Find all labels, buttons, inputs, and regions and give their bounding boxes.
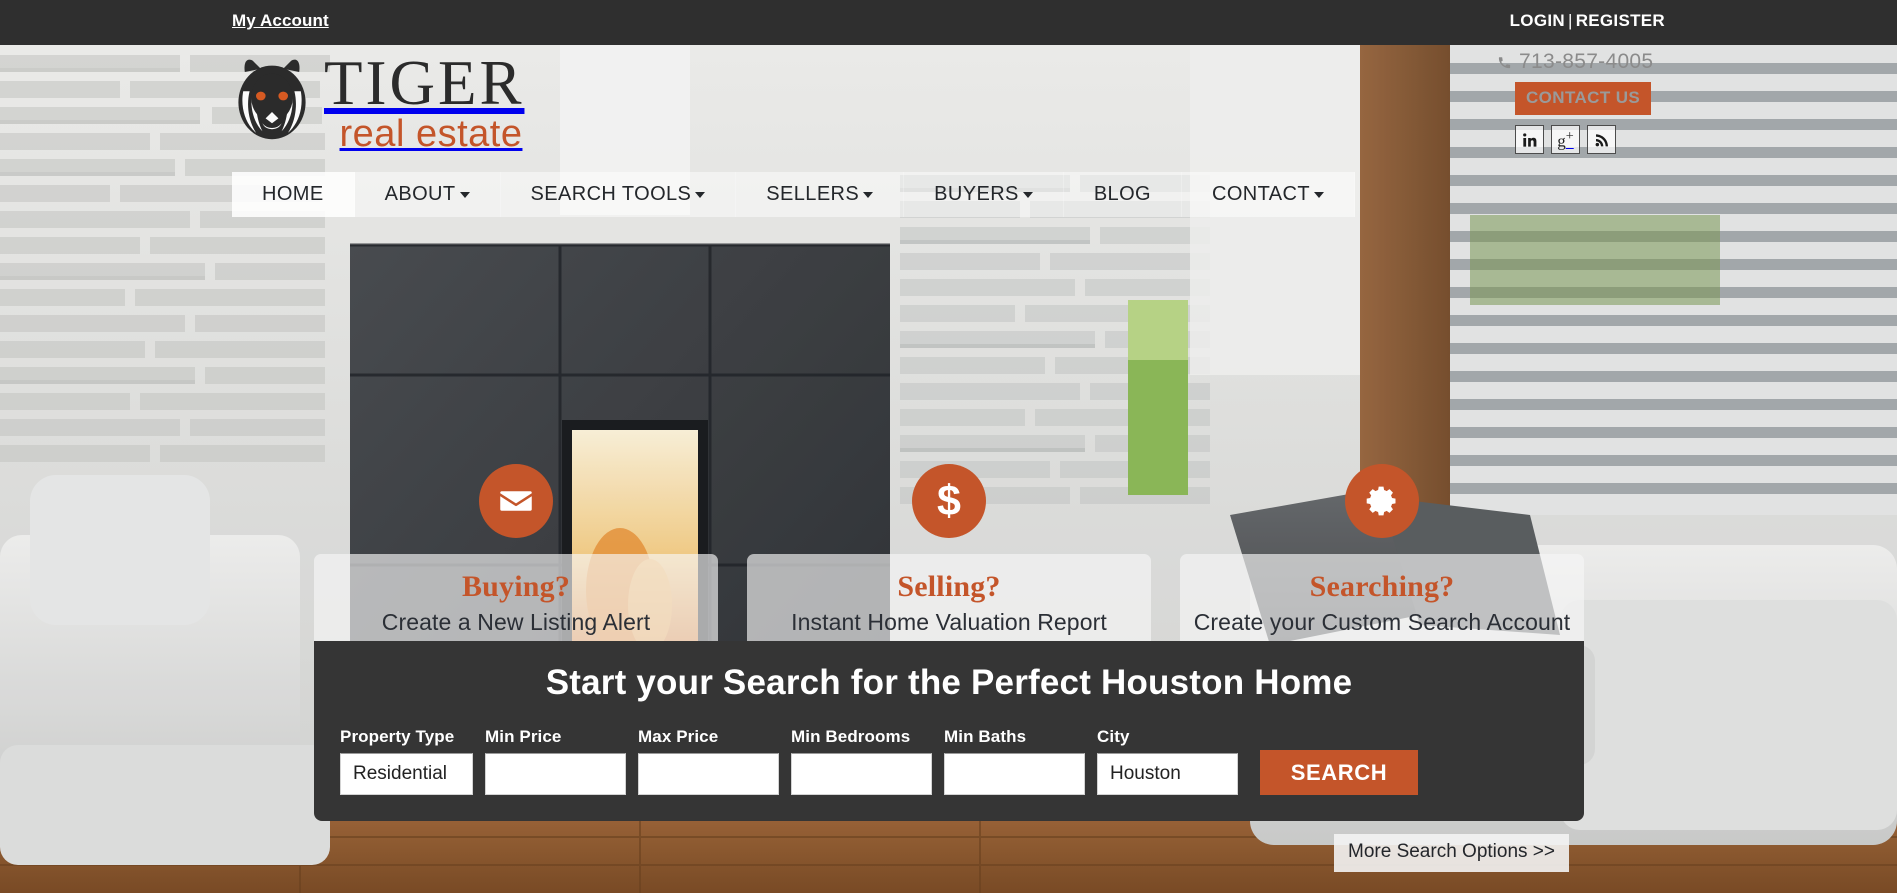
nav-item-sellers[interactable]: SELLERS (736, 172, 905, 217)
nav-label: SELLERS (766, 183, 860, 205)
promo-card-body[interactable]: Selling? Instant Home Valuation Report (747, 554, 1151, 652)
contact-us-button[interactable]: CONTACT US (1515, 82, 1652, 115)
linkedin-link[interactable] (1515, 125, 1544, 154)
dollar-icon-button[interactable]: $ (912, 464, 986, 538)
google-plus-link[interactable]: g+ (1551, 125, 1580, 154)
search-button[interactable]: SEARCH (1260, 750, 1418, 795)
nav-item-search-tools[interactable]: SEARCH TOOLS (500, 172, 737, 217)
min-bedrooms-input[interactable] (791, 753, 932, 795)
nav-label: CONTACT (1212, 183, 1310, 205)
more-search-options-button[interactable]: More Search Options >> (1334, 834, 1569, 872)
field-min-price: Min Price (485, 727, 626, 795)
main-navigation: HOME ABOUT SEARCH TOOLS SELLERS BUYERS B… (232, 172, 1355, 217)
nav-label: BLOG (1093, 183, 1151, 205)
promo-card-selling: $ Selling? Instant Home Valuation Report (747, 464, 1151, 652)
logo-title: TIGER (324, 48, 525, 118)
property-search-form: Property Type Residential Min Price Max … (314, 727, 1584, 795)
promo-subtitle: Create your Custom Search Account (1193, 609, 1571, 635)
gear-icon (1366, 486, 1396, 516)
city-input[interactable]: Houston (1097, 753, 1238, 795)
envelope-icon-button[interactable] (479, 464, 553, 538)
promo-subtitle: Instant Home Valuation Report (791, 609, 1107, 635)
dollar-icon: $ (937, 476, 961, 525)
promo-card-buying: Buying? Create a New Listing Alert (314, 464, 718, 652)
field-city: City Houston (1097, 727, 1238, 795)
property-type-select[interactable]: Residential (340, 753, 473, 795)
field-max-price: Max Price (638, 727, 779, 795)
field-label: Min Price (485, 727, 562, 746)
search-panel-title: Start your Search for the Perfect Housto… (545, 663, 1353, 702)
nav-item-home[interactable]: HOME (232, 172, 355, 217)
field-min-bedrooms: Min Bedrooms (791, 727, 932, 795)
chevron-down-icon (695, 191, 706, 198)
nav-label: ABOUT (384, 183, 456, 205)
field-label: Property Type (340, 727, 455, 746)
phone-number[interactable]: 713-857-4005 (1497, 50, 1665, 74)
promo-card-group: Buying? Create a New Listing Alert $ Sel… (314, 464, 1584, 652)
nav-label: HOME (262, 183, 324, 205)
promo-heading: Buying? (461, 570, 571, 603)
chevron-down-icon (1022, 191, 1033, 198)
nav-item-contact[interactable]: CONTACT (1182, 172, 1355, 217)
field-label: Min Bedrooms (791, 727, 911, 746)
nav-label: SEARCH TOOLS (530, 183, 692, 205)
auth-links: LOGIN | REGISTER (1510, 11, 1665, 31)
logo-tagline: real estate (339, 113, 523, 155)
promo-heading: Searching? (1309, 570, 1455, 603)
linkedin-icon (1522, 132, 1536, 147)
chevron-down-icon (459, 191, 470, 198)
promo-card-body[interactable]: Buying? Create a New Listing Alert (314, 554, 718, 652)
my-account-link[interactable]: My Account (232, 11, 329, 31)
promo-card-body[interactable]: Searching? Create your Custom Search Acc… (1180, 554, 1584, 652)
auth-separator: | (1567, 11, 1573, 30)
logo-wordmark: TIGER real estate (324, 48, 525, 155)
site-logo[interactable]: TIGER real estate (232, 52, 524, 154)
tiger-head-icon (232, 56, 312, 144)
nav-item-buyers[interactable]: BUYERS (904, 172, 1064, 217)
nav-label: BUYERS (934, 183, 1019, 205)
promo-subtitle: Create a New Listing Alert (381, 609, 651, 635)
chevron-down-icon (863, 191, 874, 198)
phone-icon (1498, 56, 1511, 68)
nav-item-about[interactable]: ABOUT (354, 172, 501, 217)
max-price-input[interactable] (638, 753, 779, 795)
gear-icon-button[interactable] (1345, 464, 1419, 538)
register-link[interactable]: REGISTER (1576, 11, 1665, 30)
google-plus-icon: g+ (1557, 128, 1574, 151)
field-label: Max Price (638, 727, 719, 746)
header-contact-block: 713-857-4005 CONTACT US g+ (1498, 50, 1665, 154)
promo-heading: Selling? (897, 570, 1001, 603)
field-label: Min Baths (944, 727, 1027, 746)
min-baths-input[interactable] (944, 753, 1085, 795)
rss-link[interactable] (1587, 125, 1616, 154)
rss-icon (1595, 133, 1608, 146)
nav-item-blog[interactable]: BLOG (1063, 172, 1182, 217)
min-price-input[interactable] (485, 753, 626, 795)
promo-card-searching: Searching? Create your Custom Search Acc… (1180, 464, 1584, 652)
top-utility-bar: My Account LOGIN | REGISTER (0, 0, 1897, 45)
social-links: g+ (1515, 125, 1665, 154)
field-property-type: Property Type Residential (340, 727, 473, 795)
field-label: City (1097, 727, 1130, 746)
phone-number-text: 713-857-4005 (1519, 50, 1654, 73)
field-min-baths: Min Baths (944, 727, 1085, 795)
chevron-down-icon (1313, 191, 1324, 198)
property-search-panel: Start your Search for the Perfect Housto… (314, 641, 1584, 821)
envelope-icon (500, 491, 532, 511)
login-link[interactable]: LOGIN (1510, 11, 1565, 30)
page-root: My Account LOGIN | REGISTER TIGER real e… (0, 0, 1897, 893)
